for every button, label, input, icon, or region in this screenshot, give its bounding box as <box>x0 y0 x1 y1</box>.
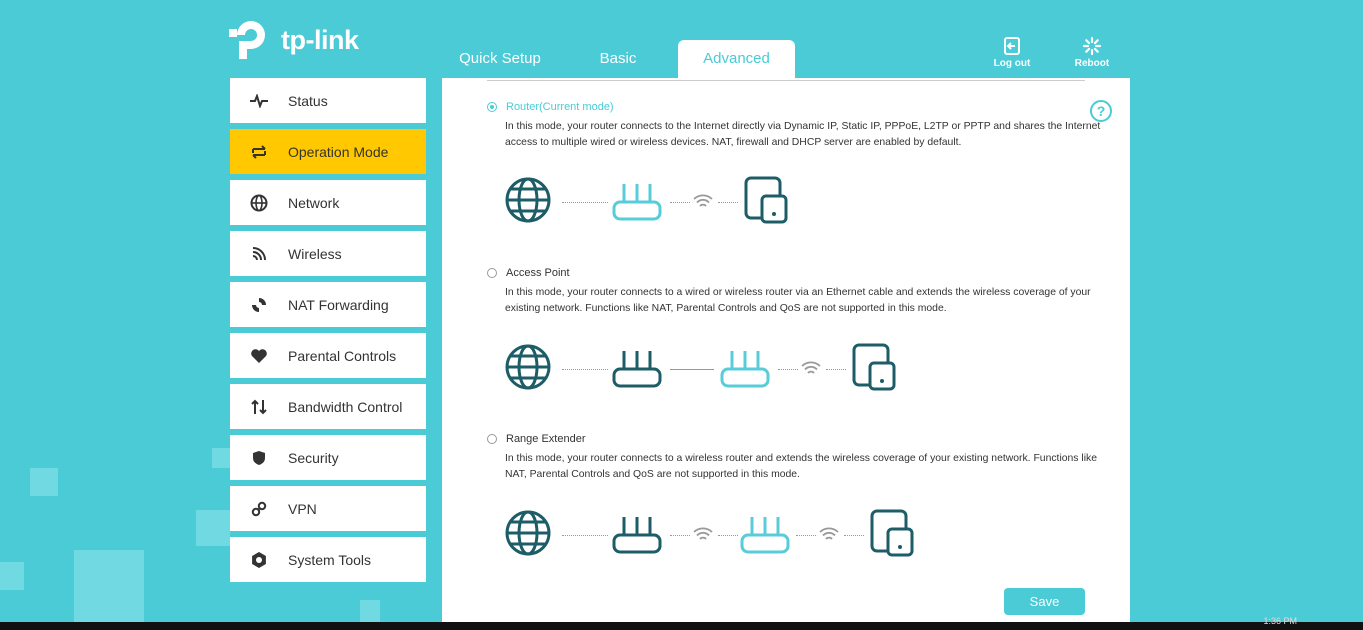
logout-button[interactable]: Log out <box>990 36 1034 69</box>
tab-quick-setup[interactable]: Quick Setup <box>446 40 554 78</box>
mode-router-radio-row[interactable]: Router(Current mode) <box>487 101 1105 113</box>
mode-access-point-radio[interactable] <box>487 268 497 278</box>
sidebar-item-parental-controls[interactable]: Parental Controls <box>230 333 426 378</box>
sidebar-item-label: Operation Mode <box>288 143 389 160</box>
sidebar-item-label: Wireless <box>288 245 342 262</box>
wireless-signal-icon <box>819 527 839 540</box>
sidebar-item-nat-forwarding[interactable]: NAT Forwarding <box>230 282 426 327</box>
brand-name: tp-link <box>281 24 359 55</box>
logout-icon <box>1004 37 1020 55</box>
sidebar-item-label: System Tools <box>288 551 371 568</box>
sidebar-item-label: Status <box>288 92 328 109</box>
tp-link-logo: tp-link <box>229 17 359 63</box>
client-devices-icon <box>852 343 896 391</box>
gear-icon <box>230 551 288 569</box>
main-panel: ? Router(Current mode) In this mode, you… <box>442 78 1130 630</box>
wireless-signal-icon <box>693 194 713 207</box>
sidebar-item-system-tools[interactable]: System Tools <box>230 537 426 582</box>
taskbar-clock: 1:36 PM <box>1263 616 1297 626</box>
reboot-button[interactable]: Reboot <box>1070 36 1114 69</box>
updown-icon <box>230 399 288 415</box>
bg-decoration <box>30 468 58 496</box>
mode-access-point-label: Access Point <box>506 267 570 279</box>
tp-link-logo-icon <box>229 21 265 59</box>
bg-decoration <box>360 600 380 622</box>
reboot-icon <box>1082 36 1102 56</box>
sidebar-item-vpn[interactable]: VPN <box>230 486 426 531</box>
sidebar-item-label: Parental Controls <box>288 347 397 364</box>
mode-router-label: Router(Current mode) <box>506 101 614 113</box>
pulse-icon <box>230 93 288 108</box>
client-devices-icon <box>744 176 788 224</box>
range-extender-diagram <box>504 509 924 559</box>
sidebar-item-label: Bandwidth Control <box>288 398 403 415</box>
sidebar-item-label: NAT Forwarding <box>288 296 389 313</box>
mode-access-point-radio-row[interactable]: Access Point <box>487 267 1105 279</box>
internet-globe-icon <box>505 510 551 556</box>
tab-basic[interactable]: Basic <box>572 40 664 78</box>
shield-icon <box>230 450 288 466</box>
router-icon <box>720 351 770 388</box>
divider <box>487 80 1085 81</box>
nat-icon <box>230 297 288 313</box>
bg-decoration <box>212 448 230 468</box>
sidebar-item-bandwidth-control[interactable]: Bandwidth Control <box>230 384 426 429</box>
bg-decoration <box>74 550 144 622</box>
wifi-icon <box>230 246 288 262</box>
wireless-signal-icon <box>693 527 713 540</box>
internet-globe-icon <box>505 344 551 390</box>
sidebar-item-network[interactable]: Network <box>230 180 426 225</box>
internet-globe-icon <box>505 177 551 223</box>
bg-decoration <box>196 510 230 546</box>
bg-decoration <box>0 562 24 590</box>
mode-router: Router(Current mode) In this mode, your … <box>487 101 1105 151</box>
main-router-icon <box>612 351 662 388</box>
main-router-icon <box>612 517 662 554</box>
mode-router-radio[interactable] <box>487 102 497 112</box>
sidebar-item-label: Network <box>288 194 340 211</box>
mode-access-point: Access Point In this mode, your router c… <box>487 267 1105 317</box>
sidebar-item-label: Security <box>288 449 339 466</box>
tab-advanced[interactable]: Advanced <box>678 40 795 78</box>
sidebar-item-security[interactable]: Security <box>230 435 426 480</box>
mode-range-extender-radio-row[interactable]: Range Extender <box>487 433 1105 445</box>
sidebar: Status Operation Mode Network Wireless N… <box>230 78 426 588</box>
sidebar-item-status[interactable]: Status <box>230 78 426 123</box>
swap-icon <box>230 144 288 160</box>
sidebar-item-operation-mode[interactable]: Operation Mode <box>230 129 426 174</box>
heart-icon <box>230 348 288 364</box>
save-button[interactable]: Save <box>1004 588 1085 615</box>
mode-range-extender-description: In this mode, your router connects to a … <box>505 453 1097 480</box>
sidebar-item-label: VPN <box>288 500 317 517</box>
globe-icon <box>230 194 288 212</box>
taskbar: 1:36 PM <box>0 616 1363 630</box>
mode-range-extender: Range Extender In this mode, your router… <box>487 433 1105 483</box>
mode-range-extender-label: Range Extender <box>506 433 586 445</box>
link-icon <box>230 501 288 517</box>
client-devices-icon <box>870 509 914 557</box>
router-diagram <box>504 176 804 226</box>
wireless-signal-icon <box>801 361 821 374</box>
reboot-label: Reboot <box>1074 58 1110 69</box>
mode-range-extender-radio[interactable] <box>487 434 497 444</box>
mode-access-point-description: In this mode, your router connects to a … <box>505 287 1091 314</box>
mode-router-description: In this mode, your router connects to th… <box>505 121 1101 148</box>
sidebar-item-wireless[interactable]: Wireless <box>230 231 426 276</box>
access-point-diagram <box>504 343 904 393</box>
logout-label: Log out <box>993 58 1031 69</box>
router-icon <box>740 517 790 554</box>
router-icon <box>612 184 662 221</box>
